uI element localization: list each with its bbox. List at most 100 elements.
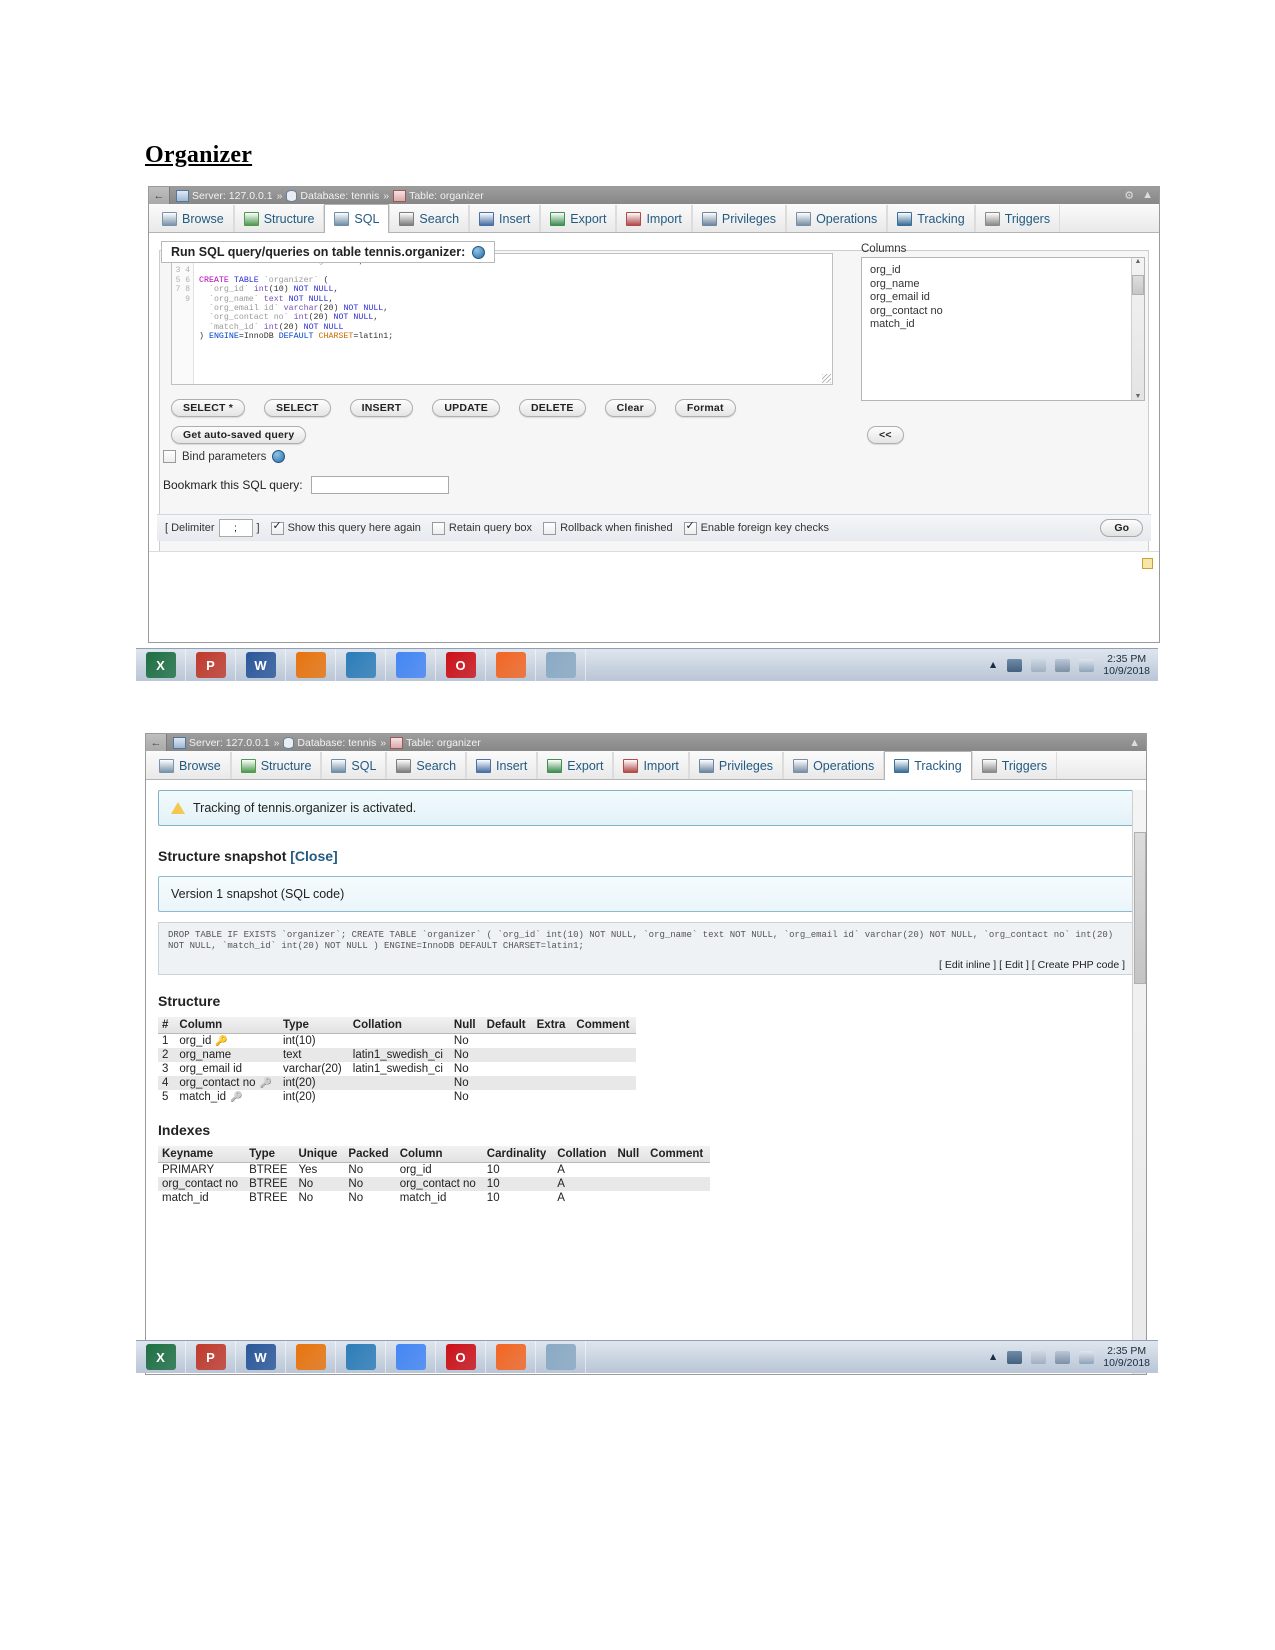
tab-insert[interactable]: Insert bbox=[469, 205, 541, 232]
language-tray-icon-2[interactable] bbox=[1007, 1350, 1023, 1364]
snapshot-close-link[interactable]: [Close] bbox=[290, 848, 337, 864]
tab2-privileges[interactable]: Privileges bbox=[688, 752, 784, 779]
go-button[interactable]: Go bbox=[1100, 519, 1143, 537]
xampp-taskbar-icon[interactable] bbox=[486, 649, 536, 681]
bookmark-input[interactable] bbox=[310, 476, 449, 494]
firefox-taskbar-icon[interactable] bbox=[286, 649, 336, 681]
select-button[interactable]: SELECT bbox=[264, 399, 331, 417]
word-taskbar-icon[interactable]: W bbox=[236, 649, 286, 681]
action-center-tray-icon[interactable] bbox=[1031, 658, 1047, 672]
tab-sql[interactable]: SQL bbox=[324, 204, 390, 233]
tab-search[interactable]: Search bbox=[389, 205, 470, 232]
taskbar-clock[interactable]: 2:35 PM 10/9/2018 bbox=[1103, 653, 1150, 677]
tab2-operations[interactable]: Operations bbox=[783, 752, 885, 779]
tab2-triggers[interactable]: Triggers bbox=[971, 752, 1058, 779]
word-taskbar-icon[interactable]: W bbox=[236, 1341, 286, 1373]
breadcrumb-table-2[interactable]: Table: organizer bbox=[406, 737, 481, 749]
editor-resize-handle[interactable] bbox=[822, 374, 831, 383]
help-icon[interactable] bbox=[472, 245, 486, 259]
columns-scrollbar[interactable]: ▲ ▼ bbox=[1131, 258, 1144, 400]
settings-gear-icon[interactable]: ⚙ bbox=[1124, 189, 1134, 202]
tab2-import[interactable]: Import bbox=[613, 752, 689, 779]
clear-button[interactable]: Clear bbox=[604, 399, 656, 417]
back-arrow-icon-2[interactable]: ← bbox=[146, 734, 167, 751]
sql-editor[interactable]: 1 2 3 4 5 6 7 8 9 DROP TABLE IF EXISTS `… bbox=[171, 253, 833, 385]
tab-operations[interactable]: Operations bbox=[786, 205, 888, 232]
snapshot-action-links[interactable]: [ Edit inline ] [ Edit ] [ Create PHP co… bbox=[939, 960, 1125, 971]
opera-taskbar-icon[interactable]: O bbox=[436, 1341, 486, 1373]
scroll-down-icon[interactable]: ▼ bbox=[1135, 393, 1142, 400]
column-list-item[interactable]: org_name bbox=[870, 278, 1131, 292]
xampp-taskbar-icon[interactable] bbox=[486, 1341, 536, 1373]
breadcrumb-server[interactable]: Server: 127.0.0.1 bbox=[192, 190, 273, 202]
sql-code-text[interactable]: DROP TABLE IF EXISTS `organizer`; CREATE… bbox=[194, 254, 832, 384]
tab-tracking[interactable]: Tracking bbox=[887, 205, 975, 232]
column-list-item[interactable]: org_contact no bbox=[870, 305, 1131, 319]
opera-taskbar-icon[interactable]: O bbox=[436, 649, 486, 681]
scrollbar-thumb[interactable] bbox=[1132, 275, 1144, 295]
bind-parameters-help-icon[interactable] bbox=[272, 450, 286, 463]
column-list-item[interactable]: match_id bbox=[870, 318, 1131, 332]
format-button[interactable]: Format bbox=[674, 399, 736, 417]
tab-import[interactable]: Import bbox=[616, 205, 692, 232]
tab-triggers[interactable]: Triggers bbox=[974, 205, 1061, 232]
tab2-browse[interactable]: Browse bbox=[150, 752, 231, 779]
volume-tray-icon[interactable] bbox=[1079, 658, 1095, 672]
breadcrumb-table[interactable]: Table: organizer bbox=[409, 190, 484, 202]
back-arrow-icon[interactable]: ← bbox=[149, 187, 170, 204]
tab-structure[interactable]: Structure bbox=[233, 205, 325, 232]
tab-privileges[interactable]: Privileges bbox=[691, 205, 787, 232]
tab2-insert[interactable]: Insert bbox=[466, 752, 538, 779]
page-scrollbar-thumb[interactable] bbox=[1134, 832, 1146, 984]
firefox-taskbar-icon[interactable] bbox=[286, 1341, 336, 1373]
column-list-item[interactable]: org_email id bbox=[870, 291, 1131, 305]
excel-taskbar-icon[interactable]: X bbox=[136, 1341, 186, 1373]
taskbar-clock-2[interactable]: 2:35 PM 10/9/2018 bbox=[1103, 1345, 1150, 1369]
tab2-sql[interactable]: SQL bbox=[321, 752, 387, 779]
tab2-tracking[interactable]: Tracking bbox=[884, 751, 972, 780]
thunderbird-taskbar-icon[interactable] bbox=[336, 649, 386, 681]
collapse-columns-button[interactable]: << bbox=[867, 426, 904, 444]
retain-query-box-checkbox[interactable] bbox=[431, 521, 445, 535]
tray-expand-icon[interactable]: ▲ bbox=[988, 659, 998, 671]
enable-foreign-key-checks-checkbox[interactable] bbox=[683, 520, 697, 535]
tab2-export[interactable]: Export bbox=[537, 752, 614, 779]
language-tray-icon[interactable] bbox=[1007, 658, 1023, 672]
powerpoint-taskbar-icon[interactable]: P bbox=[186, 1341, 236, 1373]
chrome-taskbar-icon[interactable] bbox=[386, 1341, 436, 1373]
excel-taskbar-icon[interactable]: X bbox=[136, 649, 186, 681]
columns-panel[interactable]: org_id org_name org_email id org_contact no… bbox=[861, 257, 1145, 401]
bind-parameters-checkbox[interactable] bbox=[163, 450, 176, 463]
tab2-structure[interactable]: Structure bbox=[230, 752, 322, 779]
get-auto-saved-query-button[interactable]: Get auto-saved query bbox=[171, 426, 307, 444]
action-center-tray-icon-2[interactable] bbox=[1031, 1350, 1047, 1364]
network-tray-icon[interactable] bbox=[1055, 658, 1071, 672]
breadcrumb-server-2[interactable]: Server: 127.0.0.1 bbox=[189, 737, 270, 749]
page-scrollbar[interactable] bbox=[1132, 790, 1146, 1374]
collapse-icon-2[interactable]: ▲ bbox=[1129, 737, 1140, 749]
insert-button[interactable]: INSERT bbox=[349, 399, 414, 417]
column-list-item[interactable]: org_id bbox=[870, 264, 1131, 278]
tab-export[interactable]: Export bbox=[540, 205, 617, 232]
chrome-taskbar-icon[interactable] bbox=[386, 649, 436, 681]
select-button[interactable]: SELECT * bbox=[171, 399, 246, 417]
breadcrumb-database-2[interactable]: Database: tennis bbox=[297, 737, 376, 749]
delimiter-input[interactable] bbox=[218, 519, 253, 537]
tray-expand-icon-2[interactable]: ▲ bbox=[988, 1351, 998, 1363]
thunderbird-taskbar-icon[interactable] bbox=[336, 1341, 386, 1373]
image-viewer-taskbar-icon[interactable] bbox=[536, 649, 586, 681]
version-snapshot-box[interactable]: Version 1 snapshot (SQL code) bbox=[158, 876, 1134, 912]
image-viewer-taskbar-icon[interactable] bbox=[536, 1341, 586, 1373]
tab-browse[interactable]: Browse bbox=[153, 205, 234, 232]
update-button[interactable]: UPDATE bbox=[432, 399, 500, 417]
scroll-up-icon[interactable]: ▲ bbox=[1135, 258, 1142, 265]
delete-button[interactable]: DELETE bbox=[518, 399, 586, 417]
powerpoint-taskbar-icon[interactable]: P bbox=[186, 649, 236, 681]
network-tray-icon-2[interactable] bbox=[1055, 1350, 1071, 1364]
rollback-when-finished-checkbox[interactable] bbox=[543, 521, 557, 535]
collapse-icon[interactable]: ▲ bbox=[1142, 189, 1153, 202]
tab2-search[interactable]: Search bbox=[386, 752, 467, 779]
show-this-query-here-again-checkbox[interactable] bbox=[270, 520, 284, 535]
breadcrumb-database[interactable]: Database: tennis bbox=[300, 190, 379, 202]
volume-tray-icon-2[interactable] bbox=[1079, 1350, 1095, 1364]
